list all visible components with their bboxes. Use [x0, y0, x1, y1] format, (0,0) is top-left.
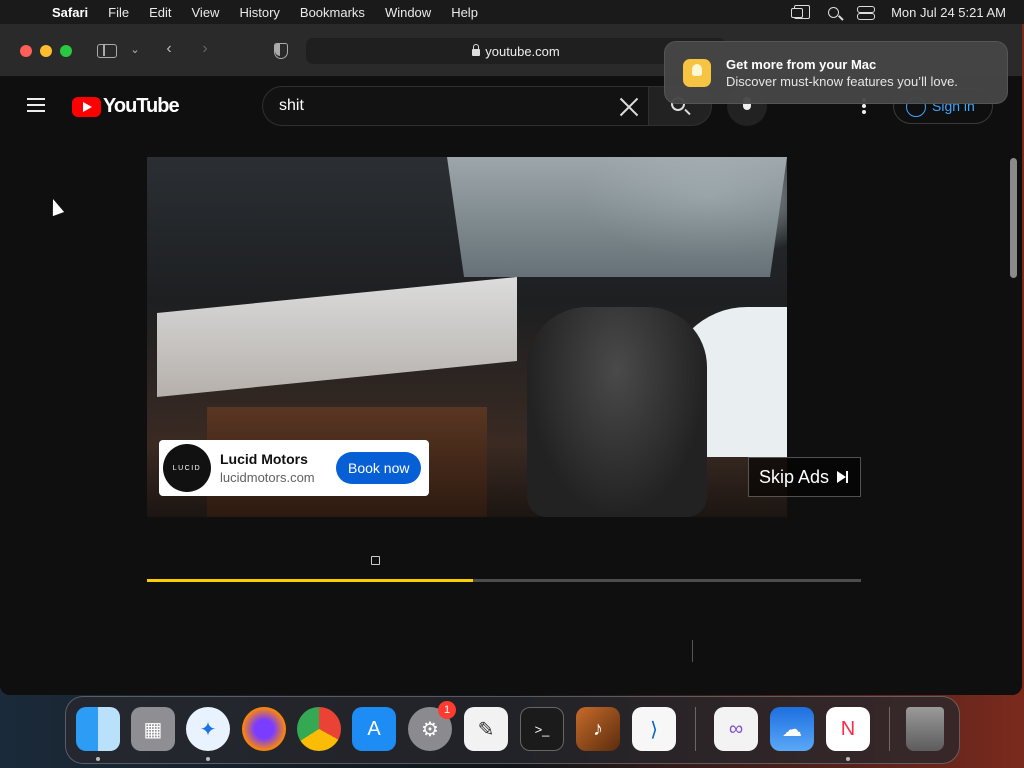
page-scrollbar[interactable] [1010, 158, 1018, 695]
vscode-icon[interactable]: ⟩ [632, 707, 676, 751]
menu-safari[interactable]: Safari [52, 5, 88, 20]
safari-window: ⌄ ‹ › youtube.com YouTube Sign in [0, 24, 1022, 695]
privacy-shield-icon[interactable] [274, 43, 288, 59]
terminal-icon[interactable]: >_ [520, 707, 564, 751]
menu-extras: Mon Jul 24 5:21 AM [791, 0, 1006, 24]
trash-icon[interactable] [906, 707, 944, 751]
minimize-window-button[interactable] [40, 45, 52, 57]
skip-next-icon [837, 471, 849, 483]
youtube-page: YouTube Sign in LUCID Lucid Motors lucid [0, 78, 1022, 695]
menu-history[interactable]: History [239, 5, 279, 20]
hamburger-menu-icon[interactable] [27, 98, 45, 112]
notification-body: Discover must-know features you’ll love. [726, 73, 958, 89]
skip-ads-label: Skip Ads [759, 466, 830, 487]
lock-icon [472, 43, 481, 56]
youtube-play-icon [72, 96, 101, 117]
running-indicator [96, 757, 100, 761]
book-now-button[interactable]: Book now [336, 452, 422, 484]
tips-lightbulb-icon [683, 58, 711, 87]
advertiser-domain: lucidmotors.com [220, 470, 315, 485]
notification-banner[interactable]: Get more from your Mac Discover must-kno… [664, 41, 1008, 104]
search-box [262, 86, 648, 126]
menu-edit[interactable]: Edit [149, 5, 171, 20]
launchpad-icon[interactable]: ▦ [131, 707, 175, 751]
sidebar-toggle-icon[interactable] [97, 44, 117, 58]
video-frame-roof [447, 157, 787, 277]
visual-studio-icon[interactable]: ∞ [714, 707, 758, 751]
chrome-icon[interactable] [297, 707, 341, 751]
firefox-icon[interactable] [242, 707, 286, 751]
textedit-icon[interactable]: ✎ [464, 707, 508, 751]
search-input[interactable] [279, 97, 609, 115]
back-arrow-icon[interactable]: ‹ [160, 40, 178, 60]
chevron-down-icon[interactable]: ⌄ [128, 43, 142, 63]
control-center-icon[interactable] [857, 6, 876, 20]
menu-view[interactable]: View [192, 5, 220, 20]
youtube-logo-text: YouTube [103, 95, 180, 117]
screen-mirroring-icon[interactable] [791, 5, 811, 19]
zoom-window-button[interactable] [60, 45, 72, 57]
scrollbar-thumb[interactable] [1010, 158, 1017, 278]
address-bar[interactable]: youtube.com [306, 38, 726, 64]
ad-progress-bar[interactable] [147, 579, 861, 582]
finder-icon[interactable] [76, 707, 120, 751]
dock-separator [695, 707, 696, 751]
menu-bar: Safari File Edit View History Bookmarks … [0, 0, 1024, 24]
garageband-icon[interactable]: ♪ [576, 707, 620, 751]
dock-separator [889, 707, 890, 751]
skip-ads-button[interactable]: Skip Ads [748, 457, 861, 497]
clear-search-icon[interactable] [618, 95, 640, 117]
safari-icon[interactable]: ✦ [186, 707, 230, 751]
address-bar-url: youtube.com [485, 43, 560, 59]
advertiser-name: Lucid Motors [220, 451, 308, 467]
menu-bookmarks[interactable]: Bookmarks [300, 5, 365, 20]
app-store-icon[interactable]: A [352, 707, 396, 751]
notification-badge: 1 [438, 701, 456, 719]
running-indicator [206, 757, 210, 761]
external-link-icon[interactable] [371, 556, 380, 565]
ad-progress-fill [147, 579, 473, 582]
video-frame-rear-window [157, 277, 517, 397]
spotlight-search-icon[interactable] [828, 6, 840, 18]
youtube-logo[interactable]: YouTube [72, 95, 180, 118]
advertiser-logo: LUCID [163, 444, 211, 492]
system-settings-icon[interactable]: ⚙ 1 [408, 701, 456, 751]
menu-window[interactable]: Window [385, 5, 431, 20]
running-indicator [846, 757, 850, 761]
news-icon[interactable]: N [826, 707, 870, 751]
menu-clock[interactable]: Mon Jul 24 5:21 AM [891, 5, 1006, 20]
close-window-button[interactable] [20, 45, 32, 57]
menu-help[interactable]: Help [451, 5, 478, 20]
text-caret [692, 640, 693, 662]
menu-file[interactable]: File [108, 5, 129, 20]
forward-arrow-icon[interactable]: › [196, 40, 214, 60]
weather-icon[interactable]: ☁ [770, 707, 814, 751]
video-frame-seat [527, 307, 707, 517]
dock: ▦ ✦ A ⚙ 1 ✎ >_ ♪ ⟩ ∞ ☁ N [65, 696, 960, 764]
notification-title: Get more from your Mac [726, 56, 877, 72]
ad-overlay-card[interactable]: LUCID Lucid Motors lucidmotors.com Book … [159, 440, 429, 496]
